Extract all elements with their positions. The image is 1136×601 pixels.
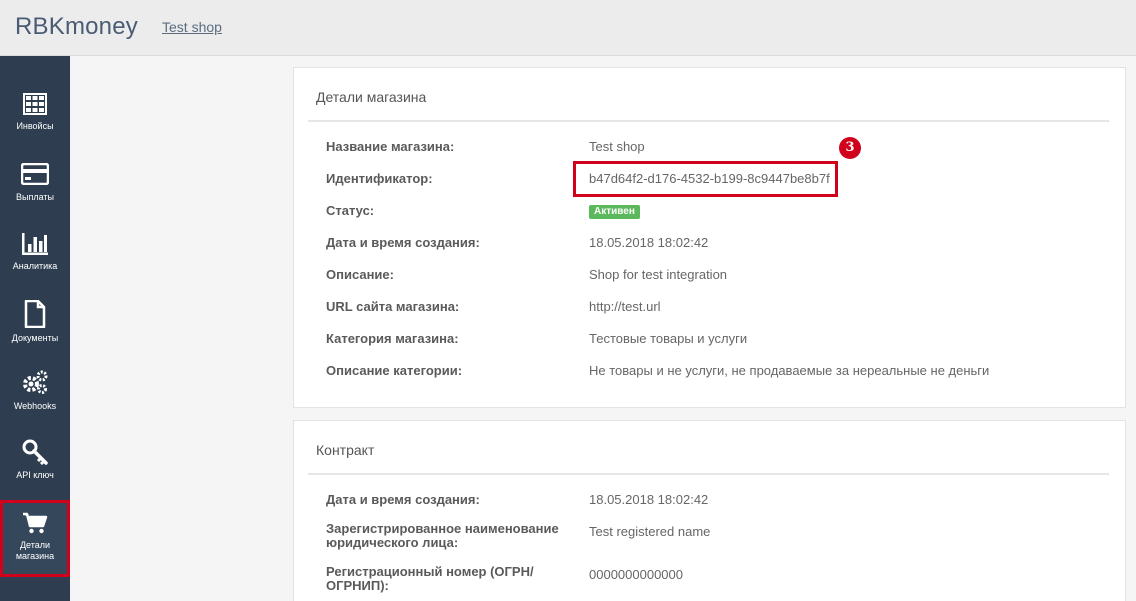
created-value: 18.05.2018 18:02:42	[589, 235, 709, 250]
invoices-grid-icon	[23, 93, 47, 115]
registration-number-value: 0000000000000	[589, 567, 683, 582]
contract-created-label: Дата и время создания:	[326, 492, 480, 507]
sidebar-item-invoices[interactable]: Инвойсы	[0, 93, 70, 162]
registered-name-label-line2: юридического лица:	[326, 535, 459, 550]
registration-number-label-line2: ОГРНИП):	[326, 578, 389, 593]
divider	[308, 473, 1109, 475]
description-value: Shop for test integration	[589, 267, 728, 282]
brand-logo[interactable]: RBKmoney	[15, 13, 138, 41]
sidebar-item-webhooks[interactable]: Webhooks	[0, 370, 70, 439]
sidebar-item-label: API ключ	[16, 470, 54, 480]
sidebar-item-payouts[interactable]: Выплаты	[0, 163, 70, 232]
callout-marker: 3	[839, 137, 861, 159]
top-bar: RBKmoney Test shop	[0, 0, 1136, 56]
shop-breadcrumb-link[interactable]: Test shop	[162, 19, 222, 35]
sidebar-item-label: Аналитика	[12, 261, 58, 271]
divider	[308, 120, 1109, 122]
sidebar: Инвойсы Выплаты Аналитика Документы Webh…	[0, 56, 70, 601]
shop-cart-icon	[23, 512, 48, 534]
documents-file-icon	[24, 300, 46, 328]
status-badge: Активен	[589, 205, 640, 219]
shop-name-label: Название магазина:	[326, 139, 455, 154]
sidebar-item-label: Выплаты	[16, 192, 54, 202]
sidebar-item-label-line2: магазина	[15, 551, 55, 561]
url-value: http://test.url	[589, 299, 661, 314]
sidebar-item-label-line1: Детали	[19, 540, 51, 550]
shop-details-panel: Детали магазина Название магазина: Test …	[293, 67, 1126, 408]
sidebar-item-label: Webhooks	[13, 401, 57, 411]
shop-id-highlight	[573, 161, 838, 197]
url-label: URL сайта магазина:	[326, 299, 460, 314]
sidebar-item-analytics[interactable]: Аналитика	[0, 232, 70, 301]
status-label: Статус:	[326, 203, 375, 218]
api-key-icon	[22, 439, 48, 465]
contract-created-value: 18.05.2018 18:02:42	[589, 492, 709, 507]
sidebar-item-shop-details[interactable]: Детали магазина	[0, 500, 70, 577]
sidebar-item-label: Документы	[11, 333, 59, 343]
registration-number-label: Регистрационный номер (ОГРН/ ОГРНИП):	[326, 565, 534, 593]
shop-id-label: Идентификатор:	[326, 171, 433, 186]
category-label: Категория магазина:	[326, 331, 459, 346]
webhooks-gears-icon	[23, 370, 48, 394]
sidebar-item-api-key[interactable]: API ключ	[0, 439, 70, 508]
analytics-bar-chart-icon	[22, 233, 48, 255]
sidebar-item-label: Инвойсы	[16, 121, 54, 131]
registered-name-value: Test registered name	[589, 524, 711, 539]
contract-title: Контракт	[316, 442, 375, 458]
registration-number-label-line1: Регистрационный номер (ОГРН/	[326, 564, 534, 579]
registered-name-label: Зарегистрированное наименование юридичес…	[326, 522, 559, 550]
category-description-value: Не товары и не услуги, не продаваемые за…	[589, 363, 990, 378]
sidebar-item-documents[interactable]: Документы	[0, 300, 70, 369]
description-label: Описание:	[326, 267, 394, 282]
registered-name-label-line1: Зарегистрированное наименование	[326, 521, 559, 536]
shop-details-title: Детали магазина	[316, 89, 427, 105]
shop-name-value: Test shop	[589, 139, 645, 154]
category-value: Тестовые товары и услуги	[589, 331, 748, 346]
category-description-label: Описание категории:	[326, 363, 463, 378]
created-label: Дата и время создания:	[326, 235, 480, 250]
contract-panel: Контракт Дата и время создания: 18.05.20…	[293, 420, 1126, 601]
payouts-card-icon	[21, 163, 49, 185]
